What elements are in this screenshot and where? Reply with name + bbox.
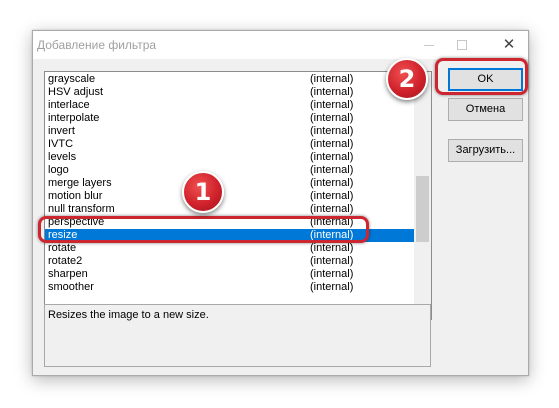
filter-source: (internal): [310, 164, 354, 176]
list-item[interactable]: levels (internal): [45, 151, 414, 164]
list-item[interactable]: smoother (internal): [45, 281, 414, 294]
filter-name: IVTC: [48, 138, 74, 150]
list-item[interactable]: null transform (internal): [45, 203, 414, 216]
list-item[interactable]: interlace (internal): [45, 99, 414, 112]
list-item[interactable]: logo (internal): [45, 164, 414, 177]
filter-source: (internal): [310, 138, 354, 150]
scroll-thumb[interactable]: [416, 176, 429, 242]
step-1-badge: 1: [182, 171, 224, 213]
filter-name: invert: [48, 125, 75, 137]
filter-source: (internal): [310, 268, 354, 280]
list-item[interactable]: rotate2 (internal): [45, 255, 414, 268]
title-bar[interactable]: Добавление фильтра ✕: [33, 31, 528, 59]
filter-source: (internal): [310, 177, 354, 189]
filter-name: merge layers: [48, 177, 112, 189]
filter-name: HSV adjust: [48, 86, 104, 98]
filter-name: motion blur: [48, 190, 103, 202]
vertical-scrollbar[interactable]: ︿ ﹀: [414, 72, 431, 319]
filter-name: smoother: [48, 281, 94, 293]
filter-source: (internal): [310, 73, 354, 85]
list-item[interactable]: IVTC (internal): [45, 138, 414, 151]
filter-name: sharpen: [48, 268, 88, 280]
filter-source: (internal): [310, 203, 354, 215]
filter-name: rotate2: [48, 255, 83, 267]
list-item[interactable]: HSV adjust (internal): [45, 86, 414, 99]
selected-row-highlight: [38, 216, 369, 243]
filter-description: Resizes the image to a new size.: [44, 304, 431, 367]
filter-name: interlace: [48, 99, 90, 111]
step-2-badge: 2: [386, 58, 428, 100]
ok-button-highlight: [435, 58, 528, 95]
filter-list[interactable]: grayscale (internal) HSV adjust (internal) i…: [44, 71, 432, 320]
filter-name: grayscale: [48, 73, 96, 85]
list-item[interactable]: interpolate (internal): [45, 112, 414, 125]
close-icon[interactable]: ✕: [501, 37, 517, 53]
filter-source: (internal): [310, 125, 354, 137]
minimize-icon[interactable]: [421, 37, 437, 53]
list-item[interactable]: motion blur (internal): [45, 190, 414, 203]
list-item[interactable]: invert (internal): [45, 125, 414, 138]
filter-source: (internal): [310, 112, 354, 124]
filter-name: interpolate: [48, 112, 100, 124]
filter-source: (internal): [310, 242, 354, 254]
list-item[interactable]: merge layers (internal): [45, 177, 414, 190]
maximize-icon[interactable]: [454, 37, 470, 53]
window-title: Добавление фильтра: [37, 38, 157, 52]
filter-name: logo: [48, 164, 69, 176]
filter-name: null transform: [48, 203, 115, 215]
filter-source: (internal): [310, 86, 354, 98]
list-item[interactable]: rotate (internal): [45, 242, 414, 255]
filter-source: (internal): [310, 99, 354, 111]
filter-name: rotate: [48, 242, 77, 254]
filter-name: levels: [48, 151, 77, 163]
list-item[interactable]: sharpen (internal): [45, 268, 414, 281]
filter-source: (internal): [310, 255, 354, 267]
list-item[interactable]: grayscale (internal): [45, 73, 414, 86]
description-text: Resizes the image to a new size.: [48, 309, 209, 321]
cancel-button[interactable]: Отмена: [448, 98, 523, 121]
filter-source: (internal): [310, 151, 354, 163]
load-button[interactable]: Загрузить...: [448, 139, 523, 162]
filter-source: (internal): [310, 190, 354, 202]
filter-source: (internal): [310, 281, 354, 293]
